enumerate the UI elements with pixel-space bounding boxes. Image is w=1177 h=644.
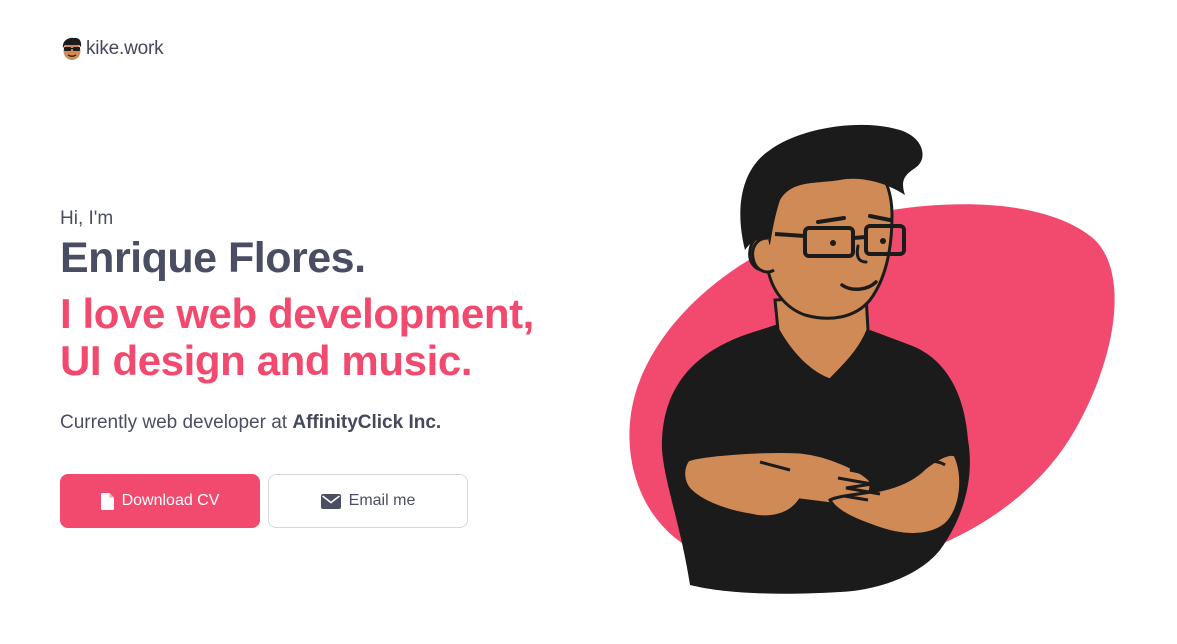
email-me-button[interactable]: Email me — [268, 474, 468, 528]
file-icon — [100, 492, 114, 510]
download-cv-button[interactable]: Download CV — [60, 474, 260, 528]
hero-section: Hi, I'm Enrique Flores. I love web devel… — [60, 206, 620, 528]
download-cv-label: Download CV — [121, 492, 220, 509]
tagline-line-2: UI design and music. — [60, 337, 473, 384]
tagline-heading: I love web development, UI design and mu… — [60, 290, 620, 384]
developer-illustration — [629, 124, 1115, 594]
logo-text: kike.work — [86, 38, 164, 59]
email-me-label: Email me — [348, 492, 416, 509]
action-buttons: Download CV Email me — [60, 474, 620, 528]
company-name: AffinityClick Inc. — [292, 412, 442, 433]
logo-link[interactable]: kike.work — [60, 36, 164, 62]
envelope-icon — [320, 493, 341, 509]
name-heading: Enrique Flores. — [60, 234, 366, 282]
current-position-text: Currently web developer at AffinityClick… — [60, 410, 620, 436]
current-position-prefix: Currently web developer at — [60, 412, 293, 433]
tagline-line-1: I love web development, — [60, 290, 534, 337]
avatar-logo-icon — [62, 37, 82, 60]
greeting-text: Hi, I'm — [60, 208, 114, 229]
